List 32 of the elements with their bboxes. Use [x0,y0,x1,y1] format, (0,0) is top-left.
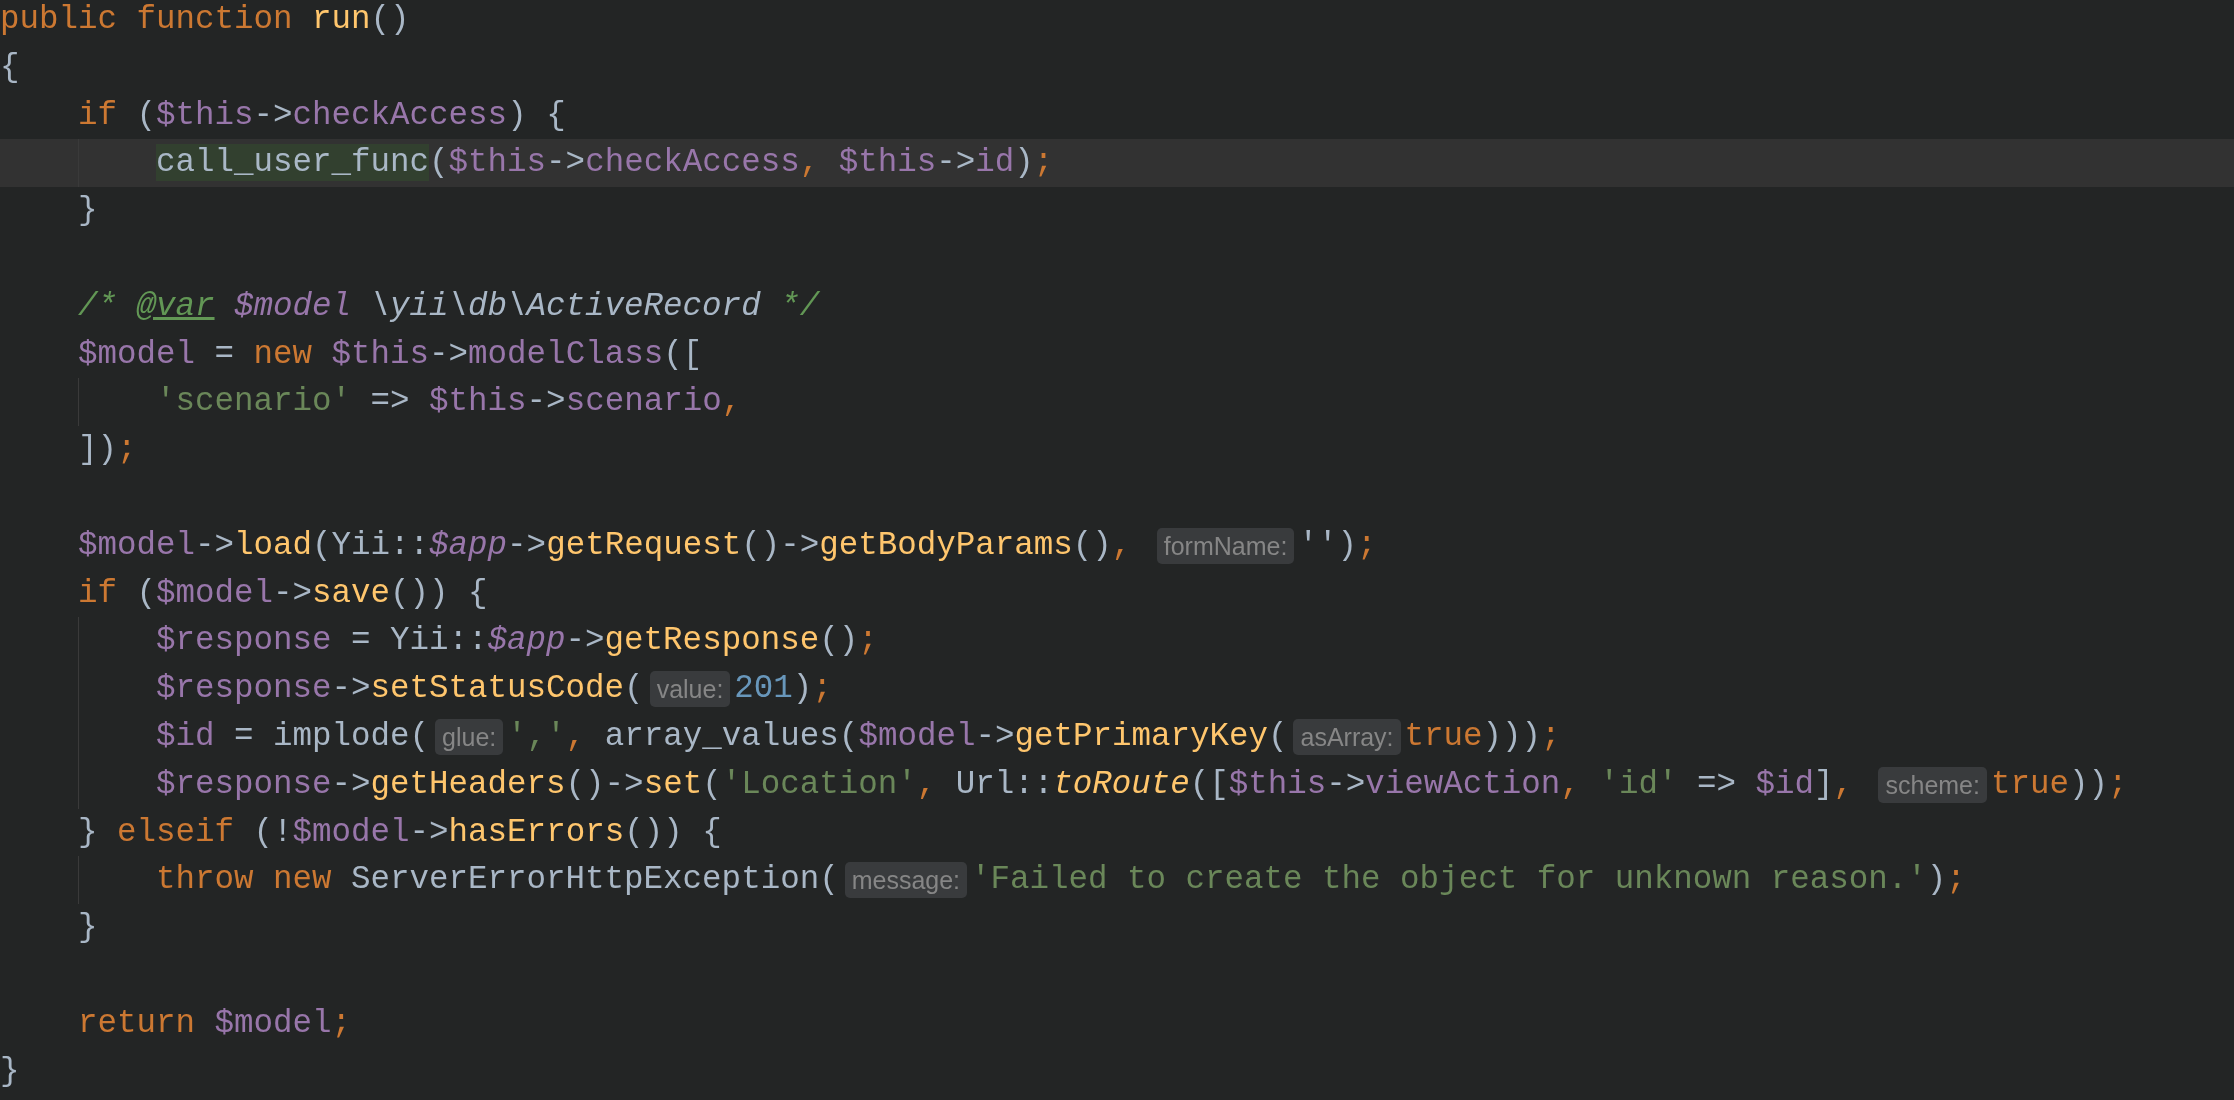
code-text: $id = implode( [156,716,430,757]
code-text: 'scenario' => $this->scenario, [156,382,742,423]
parameter-hint: glue: [435,718,504,755]
code-text: ]); [78,430,137,471]
code-text: public function run() [0,0,410,40]
parameter-hint: formName: [1156,527,1295,564]
parameter-hint: asArray: [1293,718,1401,755]
code-text: 'Failed to create the object for unknown reason.'); [971,860,1966,901]
code-text: $response->getHeaders()->set('Location', Url::toRoute([$this->viewAction, 'id' => $id], [156,764,1854,805]
code-text: $model->load(Yii::$app->getRequest()->getBodyParams(), [78,525,1133,566]
code-text: if ($this->checkAccess) { [78,95,566,136]
parameter-hint: message: [844,862,968,899]
code-text: $response = Yii::$app->getResponse(); [156,621,878,662]
code-text: true)); [1990,764,2128,805]
code-text: throw new ServerErrorHttpException( [156,860,839,901]
code-text: true))); [1404,716,1561,757]
code-text: ',', array_values($model->getPrimaryKey( [507,716,1288,757]
code-text: { [0,47,20,88]
code-text: $response->setStatusCode( [156,669,644,710]
parameter-hint: value: [649,671,731,708]
code-text: } elseif (!$model->hasErrors()) { [78,812,722,853]
code-text: if ($model->save()) { [78,573,488,614]
code-text: 201); [734,669,832,710]
code-text: /* @var $model \yii\db\ActiveRecord */ [78,286,820,327]
code-text: $model = new $this->modelClass([ [78,334,703,375]
code-text: } [78,191,98,232]
parameter-hint: scheme: [1878,766,1987,803]
code-text: call_user_func($this->checkAccess, $this->id); [156,143,1054,184]
code-text: } [0,1051,20,1092]
code-text: ''); [1298,525,1377,566]
code-text: } [78,908,98,949]
code-text: return $model; [78,1003,352,1044]
